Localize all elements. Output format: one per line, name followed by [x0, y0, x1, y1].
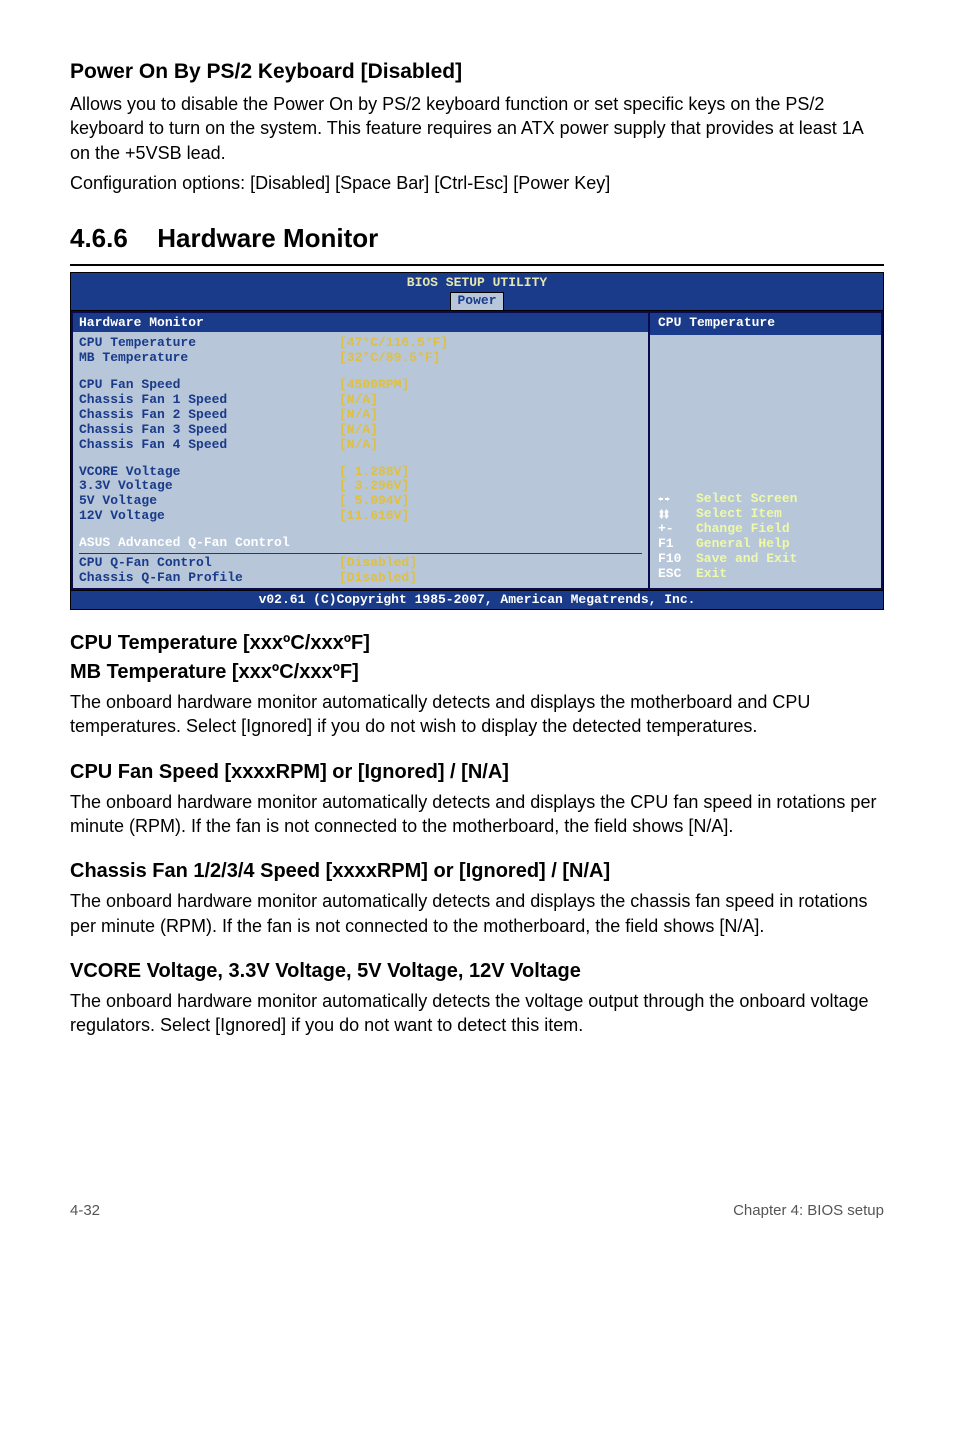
row-qfan-ctrl-value: [Disabled]	[339, 556, 417, 571]
row-v12-value: [11.616V]	[339, 509, 409, 524]
help-select-screen: Select Screen	[696, 492, 797, 507]
row-v12-label: 12V Voltage	[79, 509, 339, 524]
bios-panel-title: Hardware Monitor	[73, 313, 648, 332]
help-key-f1: F1	[658, 537, 696, 552]
cpu-temp-body: The onboard hardware monitor automatical…	[70, 690, 884, 739]
help-general-help: General Help	[696, 537, 790, 552]
row-cf3-label: Chassis Fan 3 Speed	[79, 423, 339, 438]
row-cf4-label: Chassis Fan 4 Speed	[79, 438, 339, 453]
row-qfan-prof-label: Chassis Q-Fan Profile	[79, 571, 339, 586]
arrows-ud-icon	[658, 507, 696, 522]
row-cf2-value: [N/A]	[339, 408, 378, 423]
help-key-esc: ESC	[658, 567, 696, 582]
help-key-plusminus: +-	[658, 522, 696, 537]
row-v5-label: 5V Voltage	[79, 494, 339, 509]
section-name: Hardware Monitor	[157, 223, 378, 253]
voltage-body: The onboard hardware monitor automatical…	[70, 989, 884, 1038]
section-power-on-title: Power On By PS/2 Keyboard [Disabled]	[70, 60, 884, 84]
row-qfan-ctrl-label: CPU Q-Fan Control	[79, 556, 339, 571]
row-v33-label: 3.3V Voltage	[79, 479, 339, 494]
row-cf1-label: Chassis Fan 1 Speed	[79, 393, 339, 408]
row-qfan-adv-label: ASUS Advanced Q-Fan Control	[79, 536, 339, 551]
row-v33-value: [ 3.296V]	[339, 479, 409, 494]
row-cpu-temp-value: [47°C/116.5°F]	[339, 336, 448, 351]
hardware-monitor-heading: 4.6.6 Hardware Monitor	[70, 223, 884, 254]
help-exit: Exit	[696, 567, 727, 582]
row-v5-value: [ 5.094V]	[339, 494, 409, 509]
cpu-temp-title1: CPU Temperature [xxxºC/xxxºF]	[70, 632, 884, 655]
row-cf3-value: [N/A]	[339, 423, 378, 438]
help-key-f10: F10	[658, 552, 696, 567]
cpu-temp-title2: MB Temperature [xxxºC/xxxºF]	[70, 661, 884, 684]
row-cpu-fan-label: CPU Fan Speed	[79, 378, 339, 393]
cpu-fan-title: CPU Fan Speed [xxxxRPM] or [Ignored] / […	[70, 761, 884, 784]
row-cf2-label: Chassis Fan 2 Speed	[79, 408, 339, 423]
arrows-lr-icon	[658, 492, 696, 507]
row-qfan-prof-value: [Disabled]	[339, 571, 417, 586]
heading-rule	[70, 264, 884, 266]
help-save-exit: Save and Exit	[696, 552, 797, 567]
section-power-on-p2: Configuration options: [Disabled] [Space…	[70, 171, 884, 195]
page-number: 4-32	[70, 1202, 100, 1219]
page-footer: 4-32 Chapter 4: BIOS setup	[70, 1197, 884, 1219]
row-cpu-fan-value: [4500RPM]	[339, 378, 409, 393]
sidebar-help-title: CPU Temperature	[650, 313, 881, 335]
bios-screenshot: BIOS SETUP UTILITY Power Hardware Monito…	[70, 272, 884, 610]
help-change-field: Change Field	[696, 522, 790, 537]
row-mb-temp-value: [32°C/89.5°F]	[339, 351, 440, 366]
bios-copyright: v02.61 (C)Copyright 1985-2007, American …	[71, 590, 883, 609]
chassis-fan-title: Chassis Fan 1/2/3/4 Speed [xxxxRPM] or […	[70, 860, 884, 883]
cpu-fan-body: The onboard hardware monitor automatical…	[70, 790, 884, 839]
section-number: 4.6.6	[70, 223, 150, 254]
row-cf4-value: [N/A]	[339, 438, 378, 453]
section-power-on-p1: Allows you to disable the Power On by PS…	[70, 92, 884, 165]
chassis-fan-body: The onboard hardware monitor automatical…	[70, 889, 884, 938]
row-mb-temp-label: MB Temperature	[79, 351, 339, 366]
bios-main-panel: Hardware Monitor CPU Temperature[47°C/11…	[71, 311, 648, 590]
bios-tab-power: Power	[450, 292, 503, 310]
chapter-label: Chapter 4: BIOS setup	[733, 1202, 884, 1219]
voltage-title: VCORE Voltage, 3.3V Voltage, 5V Voltage,…	[70, 960, 884, 983]
bios-header: BIOS SETUP UTILITY Power	[71, 273, 883, 310]
row-cpu-temp-label: CPU Temperature	[79, 336, 339, 351]
help-select-item: Select Item	[696, 507, 782, 522]
bios-sidebar: CPU Temperature Select Screen Select Ite…	[648, 311, 883, 590]
bios-title: BIOS SETUP UTILITY	[71, 275, 883, 292]
row-vcore-label: VCORE Voltage	[79, 465, 339, 480]
row-vcore-value: [ 1.288V]	[339, 465, 409, 480]
row-cf1-value: [N/A]	[339, 393, 378, 408]
